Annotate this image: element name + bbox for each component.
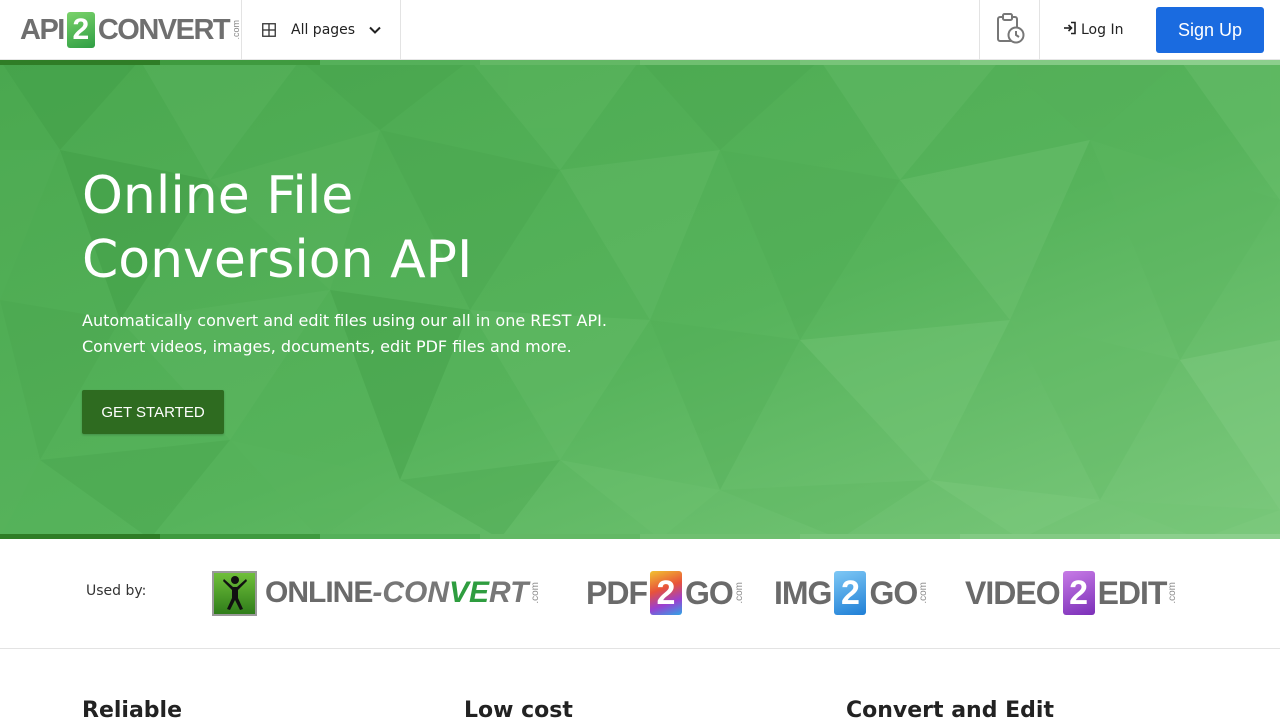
hero-section: Online File Conversion API Automatically…: [0, 60, 1280, 539]
online-convert-logo[interactable]: ONLINE - CONVERT .com: [212, 570, 541, 616]
login-label: Log In: [1081, 21, 1124, 38]
hero-title-line-2: Conversion API: [82, 230, 473, 290]
online-convert-text-convert: CONVERT: [382, 576, 529, 609]
sign-in-icon: [1063, 20, 1077, 39]
hero-subtitle-line-1: Automatically convert and edit files usi…: [82, 311, 607, 330]
img2go-logo[interactable]: IMG 2 GO .com: [774, 570, 929, 616]
online-convert-person-icon: [212, 570, 257, 616]
online-convert-suffix: .com: [529, 582, 541, 604]
video2edit-two-badge: 2: [1062, 571, 1095, 615]
all-pages-label: All pages: [291, 22, 356, 38]
all-pages-dropdown[interactable]: All pages: [262, 18, 381, 42]
logo-text-convert: CONVERT: [97, 13, 231, 46]
api2convert-logo[interactable]: API 2 CONVERT .com: [20, 11, 241, 49]
feature-title-reliable: Reliable: [82, 698, 182, 720]
video2edit-text-video: VIDEO: [965, 574, 1061, 611]
img2go-two-badge: 2: [834, 571, 867, 615]
hero-top-edge: [0, 60, 1280, 65]
video2edit-suffix: .com: [1167, 582, 1179, 604]
used-by-label: Used by:: [86, 583, 147, 599]
hero-subtitle-line-2: Convert videos, images, documents, edit …: [82, 337, 572, 356]
hero-title: Online File Conversion API: [82, 164, 682, 292]
hero-title-line-1: Online File: [82, 166, 354, 226]
login-link[interactable]: Log In: [1063, 20, 1123, 39]
used-by-section: Used by: ONLINE - CONVERT .com PDF 2 GO …: [0, 539, 1280, 649]
video2edit-logo[interactable]: VIDEO 2 EDIT .com: [965, 570, 1178, 616]
chevron-down-icon: [369, 26, 381, 34]
feature-title-low-cost: Low cost: [464, 698, 573, 720]
online-convert-text-dash: -: [372, 576, 383, 609]
sign-up-button[interactable]: Sign Up: [1156, 7, 1264, 53]
pdf2go-two-badge: 2: [650, 571, 682, 615]
polygon-background: [0, 60, 1280, 539]
video2edit-text-edit: EDIT: [1097, 574, 1168, 611]
hero-subtitle: Automatically convert and edit files usi…: [82, 308, 642, 360]
logo-text-api: API: [20, 13, 65, 46]
img2go-text-go: GO: [869, 574, 918, 611]
grid-icon: [262, 23, 276, 37]
top-navbar: API 2 CONVERT .com All pages Log In Sign…: [0, 0, 1280, 60]
divider: [241, 0, 242, 60]
feature-title-convert-and-edit: Convert and Edit: [846, 698, 1054, 720]
clipboard-clock-icon: [995, 12, 1025, 48]
logo-two-badge: 2: [66, 12, 95, 48]
img2go-text-img: IMG: [774, 574, 832, 611]
pdf2go-text-pdf: PDF: [586, 574, 648, 611]
divider: [400, 0, 401, 60]
online-convert-text-online: ONLINE: [265, 576, 373, 609]
online-convert-highlight: VE: [449, 576, 490, 609]
logo-suffix: .com: [231, 20, 242, 40]
pdf2go-suffix: .com: [733, 582, 745, 604]
conversion-history-button[interactable]: [979, 0, 1040, 60]
img2go-suffix: .com: [918, 582, 930, 604]
pdf2go-logo[interactable]: PDF 2 GO .com: [586, 570, 745, 616]
get-started-button[interactable]: GET STARTED: [82, 390, 224, 434]
pdf2go-text-go: GO: [685, 574, 734, 611]
